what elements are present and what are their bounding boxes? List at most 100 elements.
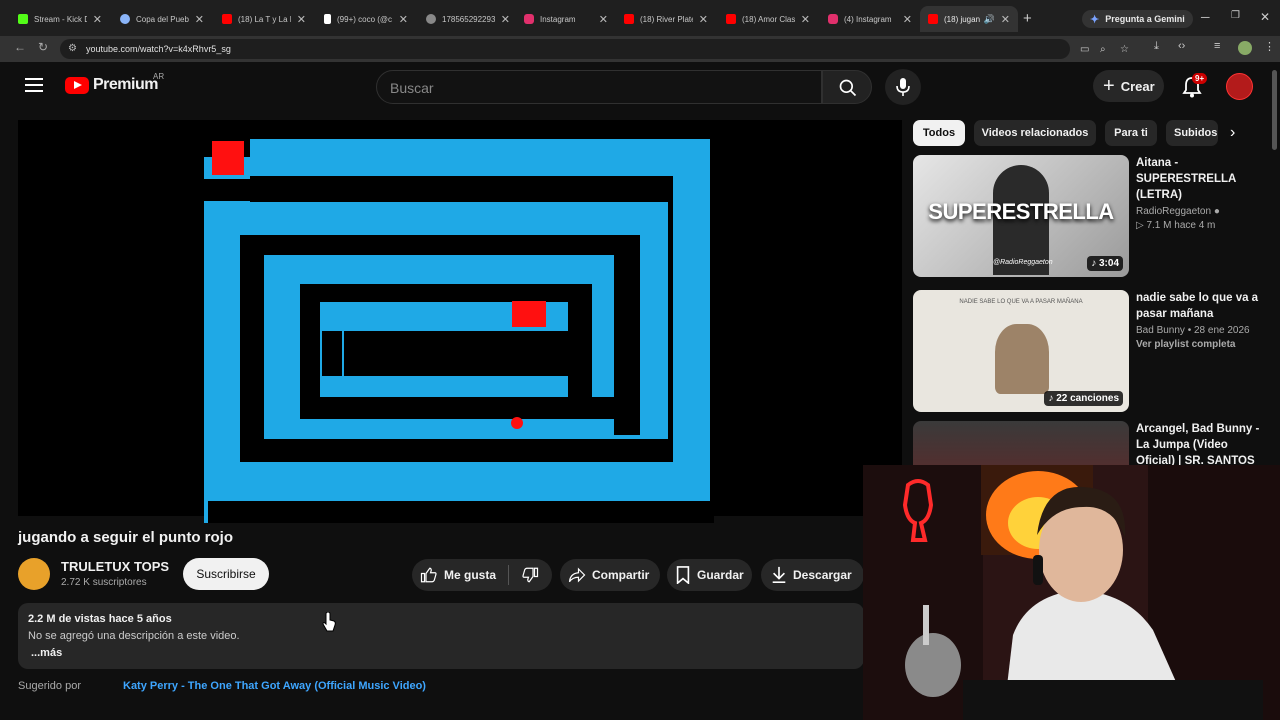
search-button[interactable] — [822, 70, 872, 104]
verified-icon: ● — [1213, 206, 1220, 217]
notification-badge: 9+ — [1192, 73, 1208, 84]
browser-tab-bar: Stream - Kick D ✕ Copa del Puebl ✕ (18) La… — [0, 0, 1280, 36]
download-button[interactable]: Descargar — [761, 559, 864, 591]
like-button[interactable]: Me gusta — [420, 566, 496, 584]
recommendation-title[interactable]: Aitana - SUPERESTRELLA (LETRA) — [1136, 155, 1266, 203]
window-close-button[interactable]: ✕ — [1260, 10, 1270, 24]
browser-tab[interactable]: Copa del Puebl ✕ — [112, 6, 212, 32]
video-thumbnail[interactable]: SUPERESTRELLA @RadioReggaeton ♪ 3:04 — [913, 155, 1129, 277]
channel-name[interactable]: TRULETUX TOPS — [61, 559, 169, 574]
cast-icon[interactable]: ▭ — [1080, 44, 1089, 55]
red-dot — [511, 417, 523, 429]
recommendation-channel[interactable]: RadioReggaeton ● — [1136, 206, 1266, 217]
browser-tab[interactable]: Stream - Kick D ✕ — [10, 6, 110, 32]
youtube-play-icon — [65, 76, 89, 94]
close-icon[interactable]: ✕ — [93, 13, 102, 26]
browser-tab[interactable]: (4) Instagram ✕ — [820, 6, 920, 32]
minimize-button[interactable]: ─ — [1201, 10, 1210, 24]
duration-badge: ♪ 3:04 — [1087, 256, 1123, 271]
keyboard — [963, 680, 1263, 720]
plus-icon: + — [1103, 74, 1115, 97]
video-player[interactable] — [18, 120, 902, 523]
instagram-icon — [828, 14, 838, 24]
url-text[interactable]: youtube.com/watch?v=k4xRhvr5_sg — [86, 44, 231, 54]
recommendation-channel[interactable]: Bad Bunny • 28 ene 2026 — [1136, 325, 1266, 336]
omnibox[interactable]: ⚙ youtube.com/watch?v=k4xRhvr5_sg ▭ ⌕ ☆ — [60, 39, 1129, 59]
star-icon[interactable]: ☆ — [1120, 44, 1129, 55]
browser-tab[interactable]: (18) River Plate ✕ — [616, 6, 716, 32]
playlist-count-badge: ♪ 22 canciones — [1044, 391, 1123, 406]
youtube-icon — [726, 14, 736, 24]
divider — [508, 565, 510, 585]
more-icon[interactable]: ⋮ — [1264, 40, 1275, 53]
recommendation-meta: Arcangel, Bad Bunny - La Jumpa (Video Of… — [1136, 421, 1266, 469]
browser-tab[interactable]: (18) Amor Clas ✕ — [718, 6, 818, 32]
channel-avatar[interactable] — [18, 558, 50, 590]
description-box[interactable]: 2.2 M de vistas hace 5 años No se agregó… — [18, 603, 864, 669]
media-icon[interactable]: ≡ — [1214, 40, 1220, 52]
chip-para-ti[interactable]: Para ti — [1105, 120, 1157, 146]
close-icon[interactable]: ✕ — [195, 13, 204, 26]
view-playlist-link[interactable]: Ver playlist completa — [1136, 339, 1266, 350]
save-button[interactable]: Guardar — [667, 559, 752, 591]
search-input[interactable]: Buscar — [376, 70, 822, 104]
close-icon[interactable]: ✕ — [903, 13, 912, 26]
maximize-button[interactable]: ❐ — [1231, 10, 1240, 21]
download-icon — [772, 566, 786, 584]
create-button[interactable]: + Crear — [1093, 70, 1164, 102]
thumbs-down-icon[interactable] — [521, 566, 539, 584]
menu-icon[interactable] — [25, 78, 43, 92]
zoom-icon[interactable]: ⌕ — [1100, 44, 1106, 55]
close-icon[interactable]: ✕ — [1001, 13, 1010, 26]
profile-avatar[interactable] — [1238, 41, 1252, 55]
voice-search-button[interactable] — [885, 69, 921, 105]
browser-tab[interactable]: (99+) coco (@c ✕ — [316, 6, 416, 32]
recommendation-title[interactable]: Arcangel, Bad Bunny - La Jumpa (Video Of… — [1136, 421, 1266, 469]
playlist-thumbnail[interactable]: NADIE SABE LO QUE VA A PASAR MAÑANA ♪ 22… — [913, 290, 1129, 412]
close-icon[interactable]: ✕ — [501, 13, 510, 26]
close-icon[interactable]: ✕ — [399, 13, 408, 26]
gemini-button[interactable]: ✦ Pregunta a Gemini — [1082, 10, 1193, 28]
subscriber-count: 2.72 K suscriptores — [61, 577, 147, 588]
play-icon: ▷ — [1136, 220, 1147, 231]
chevron-right-icon[interactable]: › — [1230, 124, 1235, 142]
avatar[interactable] — [1226, 73, 1253, 100]
chip-subidos[interactable]: Subidos — [1166, 120, 1218, 146]
suggested-link[interactable]: Katy Perry - The One That Got Away (Offi… — [123, 680, 426, 692]
youtube-logo[interactable]: Premium AR — [65, 72, 164, 94]
chip-todos[interactable]: Todos — [913, 120, 965, 146]
reload-icon[interactable]: ↻ — [38, 40, 48, 54]
kick-icon — [18, 14, 28, 24]
speaker-icon[interactable]: 🔊 — [984, 14, 995, 25]
close-icon[interactable]: ✕ — [297, 13, 306, 26]
suggested-by-label: Sugerido por — [18, 680, 81, 692]
show-more-button[interactable]: ...más — [31, 647, 62, 659]
chip-videos-relacionados[interactable]: Videos relacionados — [974, 120, 1096, 146]
scrollbar[interactable] — [1272, 70, 1277, 150]
close-icon[interactable]: ✕ — [599, 13, 608, 26]
browser-tab[interactable]: (18) La T y La M ✕ — [214, 6, 314, 32]
back-arrow-icon[interactable]: ← — [14, 40, 26, 54]
recommendation-item[interactable]: SUPERESTRELLA @RadioReggaeton ♪ 3:04 Ait… — [913, 155, 1273, 277]
site-settings-icon[interactable]: ⚙ — [68, 43, 77, 54]
youtube-icon — [624, 14, 634, 24]
share-button[interactable]: Compartir — [560, 559, 660, 591]
download-icon[interactable]: ⤓ — [1154, 40, 1159, 53]
recommendation-meta: nadie sabe lo que va a pasar mañana Bad … — [1136, 290, 1266, 350]
subscribe-button[interactable]: Suscribirse — [183, 558, 269, 590]
search-icon — [839, 79, 857, 97]
youtube-icon — [928, 14, 938, 24]
browser-tab[interactable]: 178565292293 ✕ — [418, 6, 518, 32]
recommendation-item[interactable]: NADIE SABE LO QUE VA A PASAR MAÑANA ♪ 22… — [913, 290, 1273, 412]
recommendation-title[interactable]: nadie sabe lo que va a pasar mañana — [1136, 290, 1266, 322]
close-icon[interactable]: ✕ — [699, 13, 708, 26]
tiktok-icon — [324, 14, 331, 24]
close-icon[interactable]: ✕ — [801, 13, 810, 26]
browser-tab-active[interactable]: (18) jugand🔊✕ — [920, 6, 1018, 32]
gemini-icon: ✦ — [1090, 13, 1100, 26]
code-icon[interactable]: ‹› — [1178, 40, 1185, 52]
new-tab-button[interactable]: + — [1023, 10, 1032, 27]
browser-tab[interactable]: Instagram ✕ — [516, 6, 616, 32]
like-dislike-group: Me gusta — [412, 559, 552, 591]
red-square-marker — [212, 141, 244, 175]
